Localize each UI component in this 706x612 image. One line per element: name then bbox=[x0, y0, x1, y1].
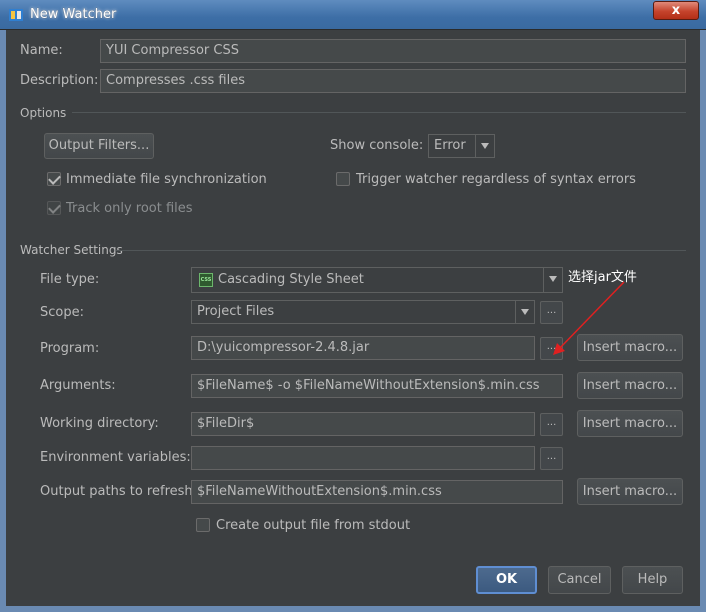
trigger-watcher-label: Trigger watcher regardless of syntax err… bbox=[356, 172, 636, 187]
program-label: Program: bbox=[40, 341, 100, 356]
immediate-sync-label: Immediate file synchronization bbox=[66, 172, 267, 187]
file-type-select[interactable]: CSS Cascading Style Sheet bbox=[191, 267, 563, 293]
show-console-label: Show console: bbox=[330, 138, 424, 153]
file-type-label: File type: bbox=[40, 272, 100, 287]
scope-select[interactable]: Project Files bbox=[191, 300, 535, 324]
output-paths-label: Output paths to refresh: bbox=[40, 484, 198, 499]
options-section-title: Options bbox=[20, 106, 67, 120]
title-bar: New Watcher x bbox=[0, 0, 706, 30]
close-button[interactable]: x bbox=[653, 1, 699, 20]
create-output-checkbox[interactable] bbox=[196, 518, 210, 532]
track-root-label: Track only root files bbox=[66, 201, 193, 216]
program-browse-button[interactable]: ... bbox=[540, 337, 563, 360]
track-root-checkbox[interactable] bbox=[47, 201, 61, 215]
output-filters-button[interactable]: Output Filters... bbox=[44, 133, 154, 159]
chevron-down-icon bbox=[543, 268, 562, 292]
css-file-icon: CSS bbox=[199, 273, 213, 287]
env-vars-input[interactable] bbox=[191, 446, 535, 470]
name-label: Name: bbox=[20, 43, 63, 58]
arguments-insert-macro-button[interactable]: Insert macro... bbox=[577, 372, 683, 399]
show-console-select[interactable]: Error bbox=[428, 134, 495, 158]
workdir-label: Working directory: bbox=[40, 416, 159, 431]
description-label: Description: bbox=[20, 73, 99, 88]
scope-browse-button[interactable]: ... bbox=[540, 301, 563, 324]
immediate-sync-checkbox[interactable] bbox=[47, 172, 61, 186]
trigger-watcher-checkbox[interactable] bbox=[336, 172, 350, 186]
output-paths-input[interactable]: $FileNameWithoutExtension$.min.css bbox=[191, 480, 563, 504]
arguments-input[interactable]: $FileName$ -o $FileNameWithoutExtension$… bbox=[191, 374, 563, 398]
window-title: New Watcher bbox=[30, 7, 117, 22]
workdir-browse-button[interactable]: ... bbox=[540, 413, 563, 436]
output-paths-insert-macro-button[interactable]: Insert macro... bbox=[577, 478, 683, 505]
app-icon bbox=[9, 9, 23, 21]
annotation-text: 选择jar文件 bbox=[568, 270, 637, 285]
description-input[interactable]: Compresses .css files bbox=[100, 69, 686, 93]
file-type-value: Cascading Style Sheet bbox=[218, 272, 364, 287]
watcher-separator bbox=[116, 250, 686, 251]
ok-button[interactable]: OK bbox=[476, 566, 537, 594]
cancel-button[interactable]: Cancel bbox=[548, 566, 611, 594]
program-insert-macro-button[interactable]: Insert macro... bbox=[577, 334, 683, 361]
workdir-insert-macro-button[interactable]: Insert macro... bbox=[577, 410, 683, 437]
env-vars-browse-button[interactable]: ... bbox=[540, 447, 563, 470]
show-console-value: Error bbox=[434, 138, 466, 153]
workdir-input[interactable]: $FileDir$ bbox=[191, 412, 535, 436]
env-vars-label: Environment variables: bbox=[40, 450, 191, 465]
program-input[interactable]: D:\yuicompressor-2.4.8.jar bbox=[191, 336, 535, 360]
chevron-down-icon bbox=[475, 135, 494, 157]
options-separator bbox=[72, 112, 686, 113]
arguments-label: Arguments: bbox=[40, 378, 116, 393]
help-button[interactable]: Help bbox=[622, 566, 683, 594]
create-output-label: Create output file from stdout bbox=[216, 518, 411, 533]
scope-value: Project Files bbox=[197, 304, 275, 319]
watcher-section-title: Watcher Settings bbox=[20, 243, 123, 257]
chevron-down-icon bbox=[515, 301, 534, 323]
scope-label: Scope: bbox=[40, 305, 84, 320]
name-input[interactable]: YUI Compressor CSS bbox=[100, 39, 686, 63]
